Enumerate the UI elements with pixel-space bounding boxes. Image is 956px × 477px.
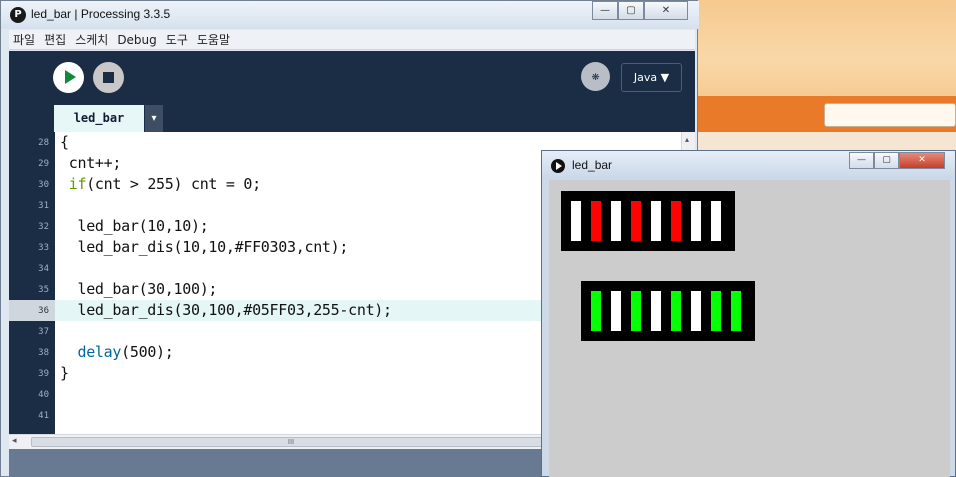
line-number: 35 bbox=[38, 285, 49, 295]
led-on bbox=[671, 291, 681, 331]
code-text: led_bar(10,10); bbox=[60, 217, 209, 235]
sketch-canvas[interactable] bbox=[549, 180, 950, 477]
sketch-maximize-button[interactable]: ▢ bbox=[874, 152, 899, 169]
led-on bbox=[591, 201, 601, 241]
led-off bbox=[651, 291, 661, 331]
browser-strip bbox=[696, 132, 956, 150]
led-on bbox=[711, 291, 721, 331]
menu-help[interactable]: 도움말 bbox=[197, 31, 230, 48]
mode-selector[interactable]: Java ▼ bbox=[621, 63, 682, 92]
led-bar-red bbox=[561, 191, 735, 251]
line-number: 38 bbox=[38, 348, 49, 358]
tab-bar: led_bar ▾ bbox=[9, 103, 695, 132]
menu-file[interactable]: 파일 bbox=[13, 31, 35, 48]
code-text: led_bar(30,100); bbox=[60, 280, 218, 298]
line-number: 41 bbox=[38, 411, 49, 421]
led-off bbox=[571, 201, 581, 241]
led-off bbox=[611, 291, 621, 331]
sketch-title: led_bar bbox=[572, 158, 613, 172]
menu-debug[interactable]: Debug bbox=[117, 33, 156, 47]
code-text: led_bar_dis(10,10,#FF0303,cnt); bbox=[60, 238, 349, 256]
line-number: 29 bbox=[38, 159, 49, 169]
code-text: } bbox=[60, 364, 69, 382]
line-number: 31 bbox=[38, 201, 49, 211]
window-controls: — ▢ ✕ bbox=[592, 1, 688, 20]
code-text: { bbox=[60, 133, 69, 151]
led-on bbox=[671, 201, 681, 241]
menu-sketch[interactable]: 스케치 bbox=[75, 31, 108, 48]
line-number: 28 bbox=[38, 138, 49, 148]
sketch-window: led_bar — ▢ ✕ bbox=[541, 150, 956, 477]
tab-menu-chevron-icon[interactable]: ▾ bbox=[145, 105, 163, 132]
menu-tools[interactable]: 도구 bbox=[166, 31, 188, 48]
scroll-thumb[interactable]: III bbox=[31, 437, 551, 447]
stop-button[interactable] bbox=[93, 62, 124, 93]
sketch-minimize-button[interactable]: — bbox=[849, 152, 874, 169]
line-number: 39 bbox=[38, 369, 49, 379]
toolbar: ❋ Java ▼ bbox=[9, 51, 695, 103]
line-number: 32 bbox=[38, 222, 49, 232]
code-text: delay(500); bbox=[77, 343, 174, 361]
minimize-button[interactable]: — bbox=[592, 1, 618, 20]
menu-edit[interactable]: 편집 bbox=[44, 31, 66, 48]
browser-address-bar[interactable] bbox=[824, 103, 956, 127]
led-off bbox=[691, 291, 701, 331]
sketch-window-controls: — ▢ ✕ bbox=[849, 152, 945, 169]
led-on bbox=[631, 291, 641, 331]
menu-bar: 파일 편집 스케치 Debug 도구 도움말 bbox=[9, 30, 695, 50]
line-number: 30 bbox=[38, 180, 49, 190]
led-off bbox=[691, 201, 701, 241]
line-number: 36 bbox=[9, 300, 55, 321]
code-text: if(cnt > 255) cnt = 0; bbox=[68, 175, 261, 193]
led-on bbox=[591, 291, 601, 331]
scroll-left-arrow-icon[interactable]: ◂ bbox=[12, 436, 17, 446]
line-number: 33 bbox=[38, 243, 49, 253]
led-off bbox=[611, 201, 621, 241]
debug-icon[interactable]: ❋ bbox=[581, 62, 610, 91]
processing-logo-icon: P bbox=[10, 7, 26, 23]
code-text: led_bar_dis(30,100,#05FF03,255-cnt); bbox=[60, 301, 392, 319]
led-on bbox=[731, 291, 741, 331]
led-on bbox=[631, 201, 641, 241]
led-bar-green bbox=[581, 281, 755, 341]
led-off bbox=[711, 201, 721, 241]
sketch-play-icon bbox=[551, 159, 565, 173]
line-number: 40 bbox=[38, 390, 49, 400]
code-text: cnt++; bbox=[60, 154, 122, 172]
tab-led-bar[interactable]: led_bar bbox=[54, 105, 144, 132]
led-off bbox=[651, 201, 661, 241]
window-title: led_bar | Processing 3.3.5 bbox=[31, 7, 171, 21]
line-number: 37 bbox=[38, 327, 49, 337]
sketch-close-button[interactable]: ✕ bbox=[899, 152, 945, 169]
line-number: 34 bbox=[38, 264, 49, 274]
sketch-titlebar[interactable]: led_bar — ▢ ✕ bbox=[542, 151, 955, 179]
run-button[interactable] bbox=[53, 62, 84, 93]
maximize-button[interactable]: ▢ bbox=[618, 1, 644, 20]
ide-titlebar[interactable]: P led_bar | Processing 3.3.5 — ▢ ✕ bbox=[1, 1, 699, 29]
scroll-up-arrow-icon[interactable]: ▴ bbox=[685, 135, 689, 144]
close-button[interactable]: ✕ bbox=[644, 1, 688, 20]
